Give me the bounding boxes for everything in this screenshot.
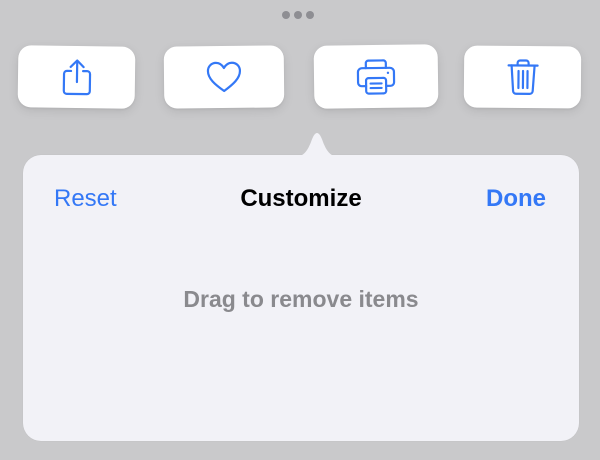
popover-arrow [294,133,340,157]
print-button[interactable] [313,44,439,109]
done-button[interactable]: Done [486,181,546,217]
drag-hint-text: Drag to remove items [183,286,419,312]
printer-icon [355,57,398,96]
customize-popover: Customize Reset Done Drag to remove item… [23,133,579,441]
share-button[interactable] [17,45,136,109]
delete-button[interactable] [463,45,582,109]
favorite-button[interactable] [163,45,285,109]
reset-button[interactable]: Reset [54,181,117,217]
toolbar [0,0,600,120]
trash-icon [505,58,539,96]
heart-icon [205,60,243,94]
popover-header: Customize Reset Done [23,181,579,217]
share-icon [59,58,94,96]
